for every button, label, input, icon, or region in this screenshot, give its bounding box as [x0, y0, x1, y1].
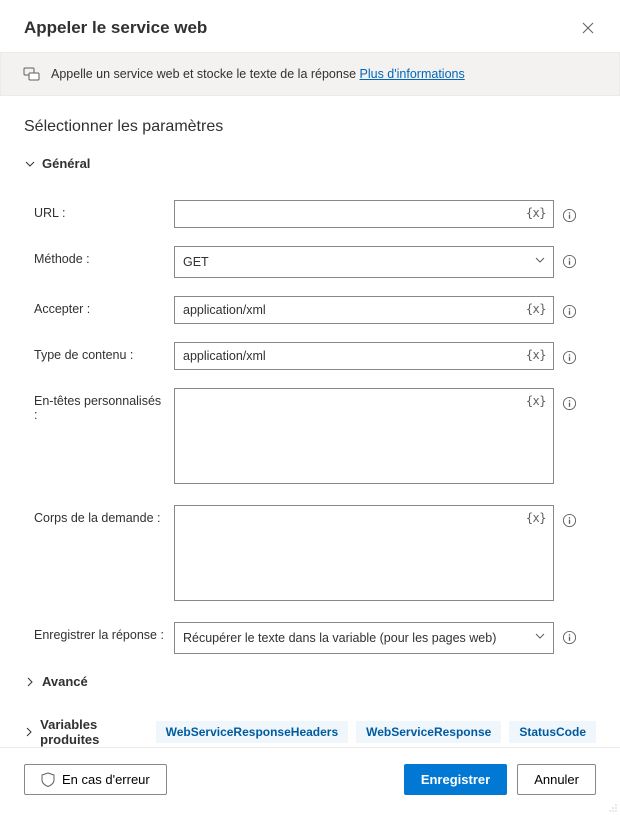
accept-input[interactable]	[174, 296, 554, 324]
save-button[interactable]: Enregistrer	[404, 764, 507, 795]
on-error-label: En cas d'erreur	[62, 772, 150, 787]
web-service-icon	[23, 65, 41, 83]
help-icon[interactable]	[560, 302, 578, 320]
method-label: Méthode :	[34, 246, 168, 266]
variable-insert-icon[interactable]: {x}	[526, 302, 546, 316]
help-icon[interactable]	[560, 252, 578, 270]
help-icon[interactable]	[560, 511, 578, 529]
dialog-title: Appeler le service web	[24, 18, 207, 38]
help-icon[interactable]	[560, 394, 578, 412]
custom-headers-label: En-têtes personnalisés :	[34, 388, 168, 422]
general-section-header[interactable]: Général	[24, 154, 596, 185]
variable-tag[interactable]: WebServiceResponse	[356, 721, 501, 743]
general-section-label: Général	[42, 156, 90, 171]
variable-tag[interactable]: StatusCode	[509, 721, 596, 743]
method-value: GET	[183, 255, 209, 269]
shield-icon	[41, 772, 55, 787]
custom-headers-input[interactable]	[174, 388, 554, 484]
info-text: Appelle un service web et stocke le text…	[51, 67, 465, 81]
url-label: URL :	[34, 200, 168, 220]
url-input[interactable]	[174, 200, 554, 228]
variable-insert-icon[interactable]: {x}	[526, 394, 546, 408]
accept-label: Accepter :	[34, 296, 168, 316]
content-type-label: Type de contenu :	[34, 342, 168, 362]
save-response-label: Enregistrer la réponse :	[34, 622, 168, 642]
info-bar: Appelle un service web et stocke le text…	[0, 52, 620, 96]
help-icon[interactable]	[560, 206, 578, 224]
variable-insert-icon[interactable]: {x}	[526, 511, 546, 525]
advanced-section-header[interactable]: Avancé	[24, 672, 596, 703]
request-body-input[interactable]	[174, 505, 554, 601]
method-select[interactable]: GET	[174, 246, 554, 278]
on-error-button[interactable]: En cas d'erreur	[24, 764, 167, 795]
chevron-right-icon	[24, 727, 34, 737]
close-icon	[582, 22, 594, 34]
help-icon[interactable]	[560, 628, 578, 646]
variable-insert-icon[interactable]: {x}	[526, 348, 546, 362]
resize-grip-icon[interactable]	[608, 803, 618, 813]
chevron-down-icon	[24, 159, 36, 169]
save-response-select[interactable]: Récupérer le texte dans la variable (pou…	[174, 622, 554, 654]
help-icon[interactable]	[560, 348, 578, 366]
section-title: Sélectionner les paramètres	[0, 96, 620, 154]
variable-tag[interactable]: WebServiceResponseHeaders	[156, 721, 349, 743]
advanced-section-label: Avancé	[42, 674, 88, 689]
chevron-right-icon	[24, 677, 36, 687]
more-info-link[interactable]: Plus d'informations	[360, 67, 465, 81]
variables-section-label: Variables produites	[40, 717, 141, 747]
info-text-content: Appelle un service web et stocke le text…	[51, 67, 360, 81]
save-response-value: Récupérer le texte dans la variable (pou…	[183, 631, 496, 645]
content-type-input[interactable]	[174, 342, 554, 370]
cancel-button[interactable]: Annuler	[517, 764, 596, 795]
request-body-label: Corps de la demande :	[34, 505, 168, 525]
close-button[interactable]	[580, 20, 596, 36]
variable-insert-icon[interactable]: {x}	[526, 206, 546, 220]
